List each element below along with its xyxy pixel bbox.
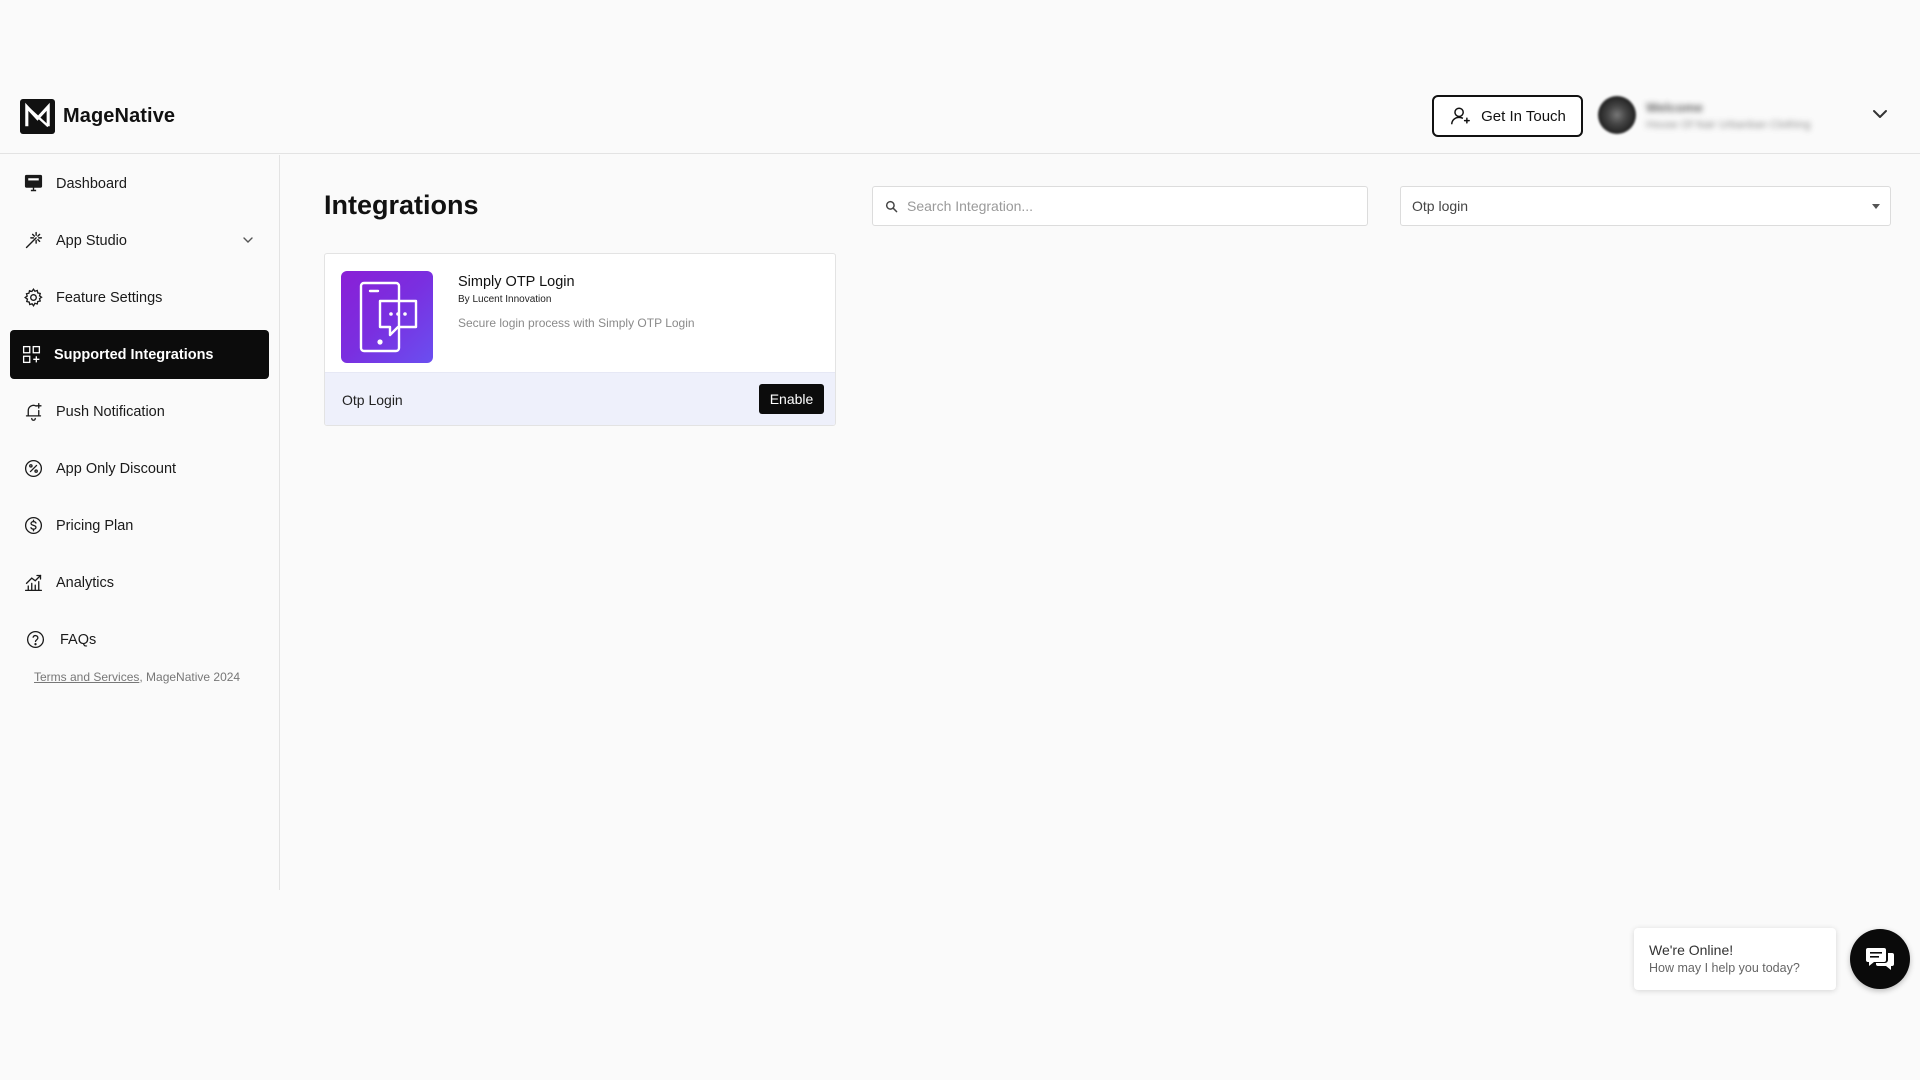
sidebar-item-label: App Only Discount xyxy=(56,460,177,477)
question-icon xyxy=(24,629,46,651)
integration-vendor: By Lucent Innovation xyxy=(458,294,552,305)
percent-icon xyxy=(22,458,44,480)
sidebar-item-label: FAQs xyxy=(60,631,97,648)
avatar xyxy=(1598,96,1636,134)
brand-name: MageNative xyxy=(63,105,176,127)
sidebar-item-label: Pricing Plan xyxy=(56,517,134,534)
chart-icon xyxy=(22,572,44,594)
sidebar-item-analytics[interactable]: Analytics xyxy=(10,558,269,607)
magenative-logo-icon xyxy=(20,99,55,134)
account-text: Welcome House Of Nair Urbanban Clothing xyxy=(1646,100,1810,131)
chevron-down-icon xyxy=(243,237,253,243)
search-input[interactable] xyxy=(907,198,1347,214)
magic-wand-icon xyxy=(22,230,44,252)
brand[interactable]: MageNative xyxy=(20,99,175,134)
integration-title: Simply OTP Login xyxy=(458,274,575,290)
sidebar-item-feature-settings[interactable]: Feature Settings xyxy=(10,273,269,322)
integration-card: Simply OTP Login By Lucent Innovation Se… xyxy=(324,253,836,426)
chat-launcher-button[interactable] xyxy=(1850,929,1910,989)
page-title: Integrations xyxy=(324,190,479,220)
sidebar-item-supported-integrations[interactable]: Supported Integrations xyxy=(10,330,269,379)
sidebar-item-label: Supported Integrations xyxy=(54,346,214,363)
grid-plus-icon xyxy=(20,344,42,366)
chat-subtitle: How may I help you today? xyxy=(1649,961,1800,975)
sidebar-item-label: Push Notification xyxy=(56,403,165,420)
sidebar-footer: Terms and Services, MageNative 2024 xyxy=(34,670,240,684)
account-store-name: House Of Nair Urbanban Clothing xyxy=(1646,118,1811,131)
sidebar-item-label: Dashboard xyxy=(56,175,127,192)
dashboard-icon xyxy=(22,173,44,195)
chat-title: We're Online! xyxy=(1649,942,1734,958)
caret-down-icon xyxy=(1872,204,1880,209)
terms-link[interactable]: Terms and Services xyxy=(34,670,139,684)
app-root: MageNative Get In Touch Welcome House Of… xyxy=(0,0,1920,1080)
top-header: MageNative Get In Touch Welcome House Of… xyxy=(0,94,1920,154)
enable-button[interactable]: Enable xyxy=(759,384,824,414)
sidebar-item-label: Feature Settings xyxy=(56,289,163,306)
sidebar-item-label: Analytics xyxy=(56,574,115,591)
dollar-icon xyxy=(22,515,44,537)
account-menu[interactable]: Welcome House Of Nair Urbanban Clothing xyxy=(1598,96,1810,134)
integration-tag: Otp Login xyxy=(342,392,403,408)
category-select[interactable]: Otp login xyxy=(1400,186,1891,226)
sidebar-item-dashboard[interactable]: Dashboard xyxy=(10,159,269,208)
sidebar-item-app-only-discount[interactable]: App Only Discount xyxy=(10,444,269,493)
sidebar-item-app-studio[interactable]: App Studio xyxy=(10,216,269,265)
phone-chat-icon xyxy=(359,281,418,353)
bell-icon xyxy=(22,401,44,423)
sidebar-item-push-notification[interactable]: Push Notification xyxy=(10,387,269,436)
search-box[interactable] xyxy=(872,186,1368,226)
integration-description: Secure login process with Simply OTP Log… xyxy=(458,316,695,330)
copyright-text: , MageNative 2024 xyxy=(139,670,241,684)
user-icon xyxy=(1451,107,1471,125)
sidebar-item-faqs[interactable]: FAQs xyxy=(10,615,269,664)
sidebar-item-label: App Studio xyxy=(56,232,127,249)
category-select-value: Otp login xyxy=(1412,198,1469,214)
sidebar-item-pricing-plan[interactable]: Pricing Plan xyxy=(10,501,269,550)
search-icon xyxy=(885,200,898,212)
chat-icon xyxy=(1866,948,1894,970)
integration-card-footer: Otp Login Enable xyxy=(325,372,835,425)
account-welcome: Welcome xyxy=(1646,99,1703,115)
get-in-touch-label: Get In Touch xyxy=(1481,107,1566,125)
chat-greeting-bubble[interactable]: We're Online! How may I help you today? xyxy=(1634,928,1836,990)
chevron-down-icon[interactable] xyxy=(1870,104,1890,124)
get-in-touch-button[interactable]: Get In Touch xyxy=(1432,95,1583,137)
integration-logo xyxy=(341,271,433,363)
sidebar: Dashboard App Studio Feature Settings Su… xyxy=(0,155,280,890)
gear-icon xyxy=(22,287,44,309)
